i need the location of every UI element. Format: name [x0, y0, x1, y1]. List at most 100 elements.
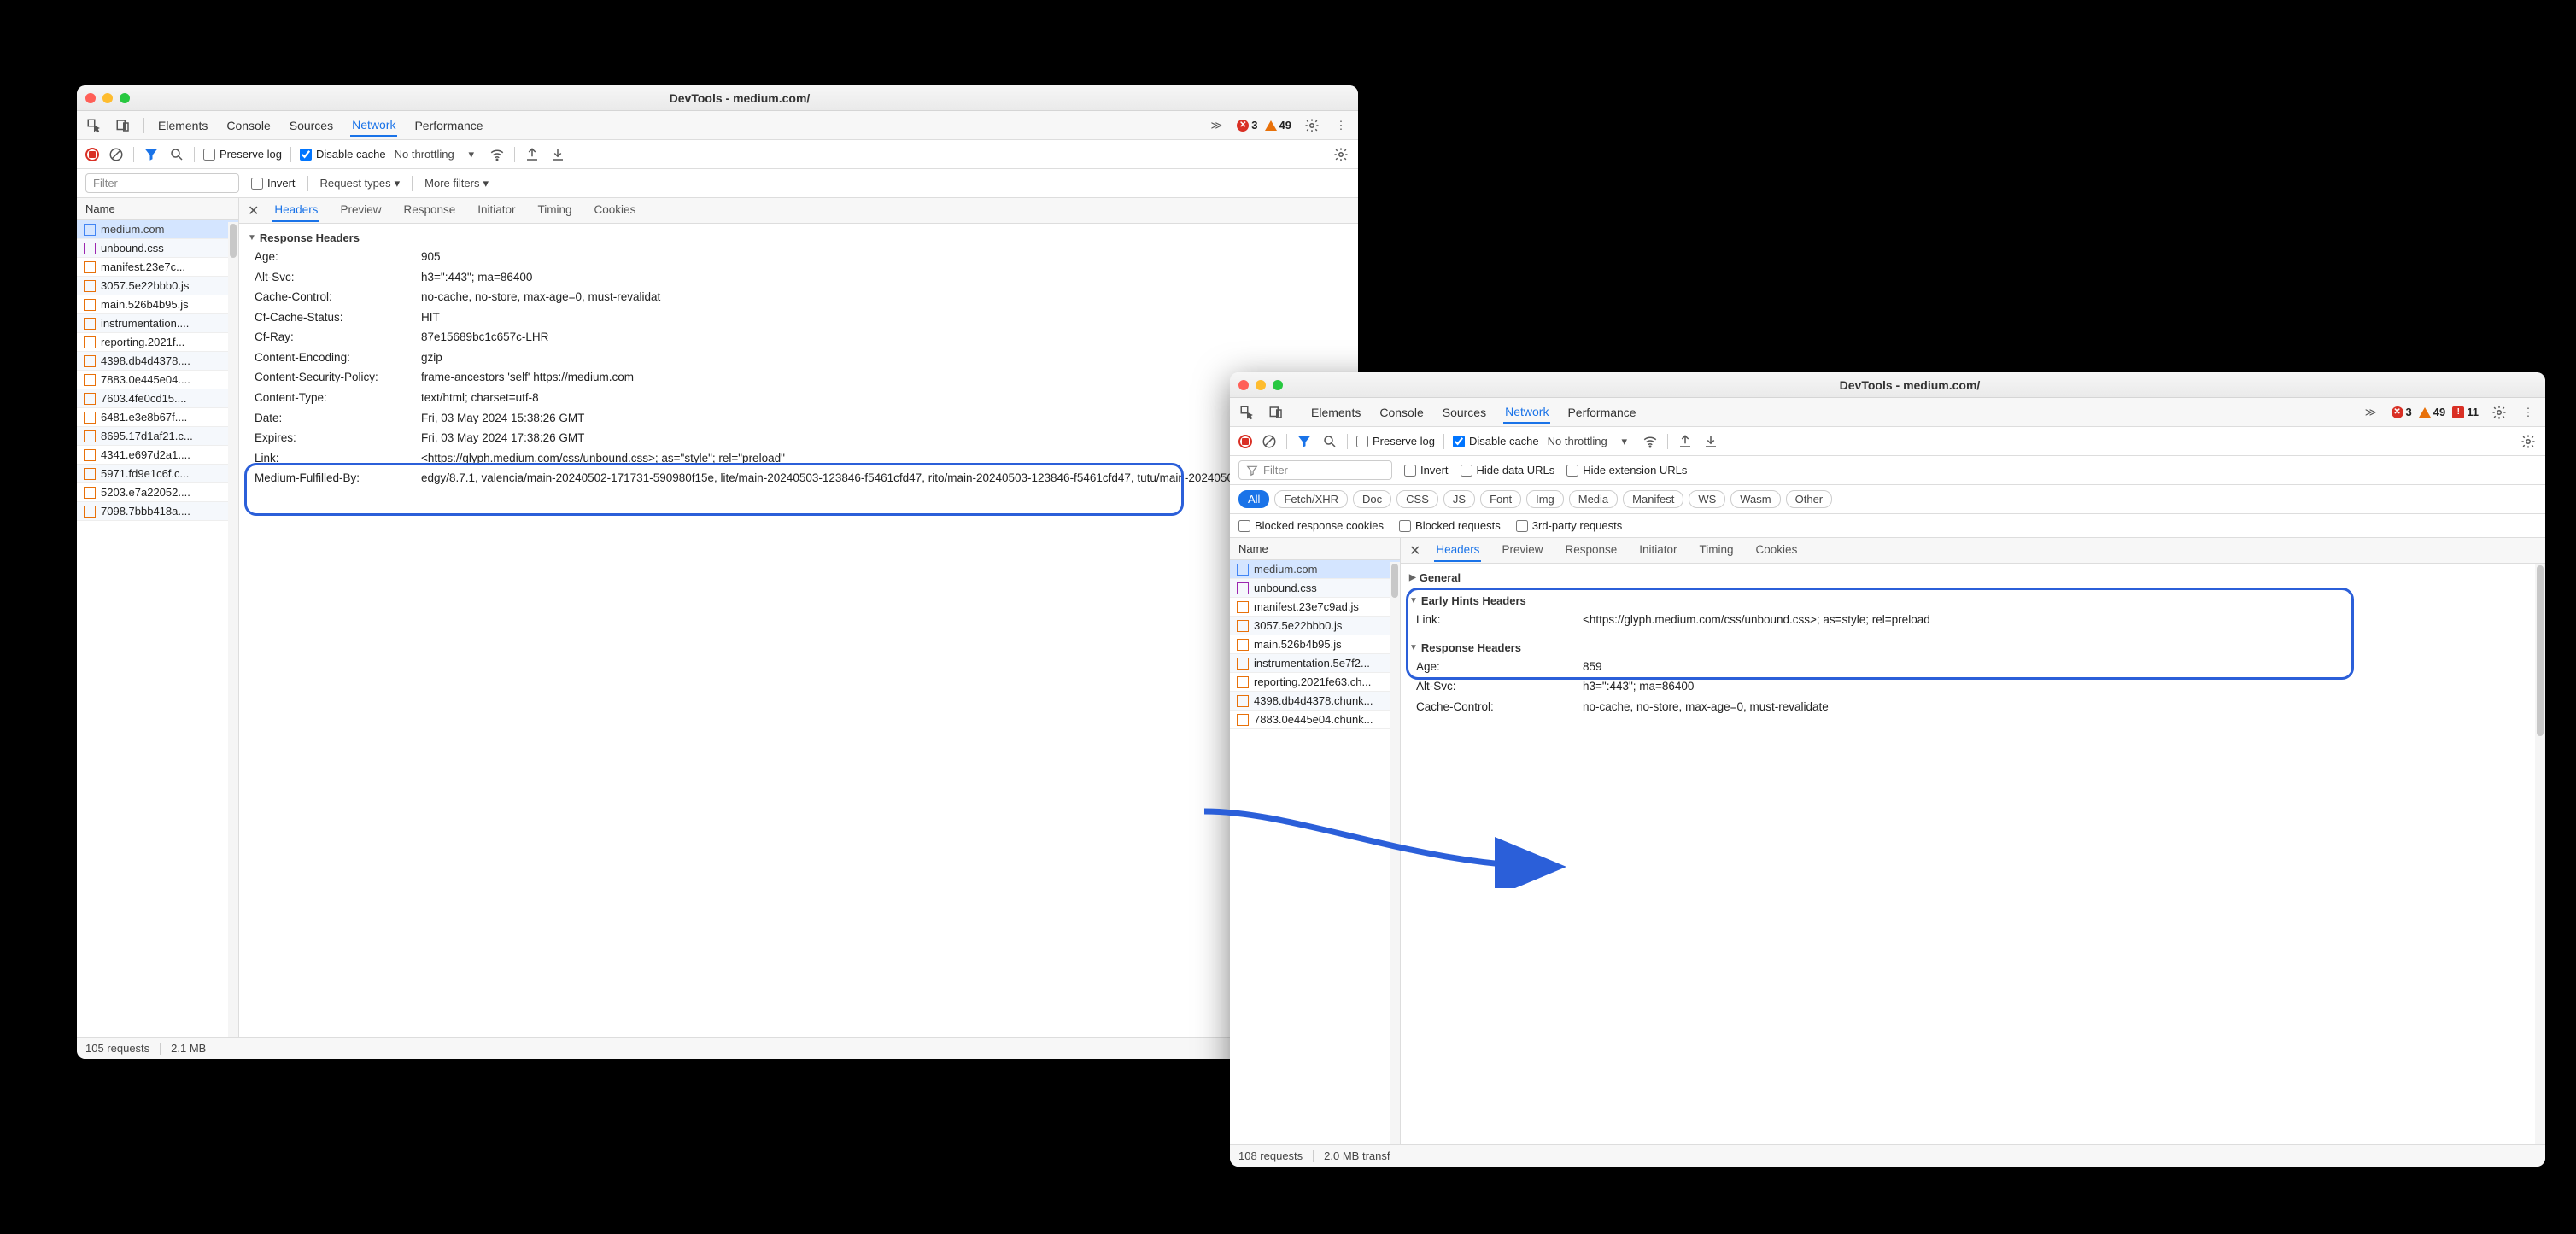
download-icon[interactable] [549, 146, 566, 163]
blocked-cookies-checkbox[interactable]: Blocked response cookies [1238, 519, 1384, 532]
filter-pill-doc[interactable]: Doc [1353, 490, 1391, 508]
select-element-icon[interactable] [85, 117, 102, 134]
tab-performance[interactable]: Performance [413, 115, 484, 136]
maximize-window-button[interactable] [1273, 380, 1283, 390]
filter-input[interactable]: Filter [85, 173, 239, 193]
name-column-header[interactable]: Name [77, 198, 238, 220]
network-settings-icon[interactable] [2520, 433, 2537, 450]
filter-pill-img[interactable]: Img [1526, 490, 1564, 508]
blocked-requests-checkbox[interactable]: Blocked requests [1399, 519, 1501, 532]
filter-pill-js[interactable]: JS [1443, 490, 1475, 508]
filter-pill-media[interactable]: Media [1569, 490, 1618, 508]
throttling-chevron-icon[interactable]: ▾ [1616, 433, 1633, 450]
request-row[interactable]: manifest.23e7c9ad.js [1230, 598, 1400, 617]
detail-tab-timing[interactable]: Timing [536, 199, 574, 222]
request-row[interactable]: main.526b4b95.js [1230, 635, 1400, 654]
throttling-select[interactable]: No throttling [395, 148, 454, 161]
filter-pill-all[interactable]: All [1238, 490, 1269, 508]
filter-pill-ws[interactable]: WS [1689, 490, 1725, 508]
issue-count[interactable]: !11 [2452, 406, 2479, 418]
error-count[interactable]: ✕3 [1237, 119, 1257, 132]
request-row[interactable]: 4398.db4d4378.... [77, 352, 238, 371]
general-section[interactable]: General [1401, 569, 2545, 587]
search-icon[interactable] [168, 146, 185, 163]
record-button[interactable] [85, 148, 99, 161]
invert-checkbox[interactable]: Invert [251, 177, 296, 190]
close-details-icon[interactable]: ✕ [1409, 542, 1420, 559]
request-types-select[interactable]: Request types ▾ [320, 177, 401, 190]
preserve-log-checkbox[interactable]: Preserve log [203, 148, 282, 161]
detail-tab-preview[interactable]: Preview [1500, 539, 1544, 562]
request-row[interactable]: 7883.0e445e04.chunk... [1230, 711, 1400, 729]
request-row[interactable]: unbound.css [1230, 579, 1400, 598]
record-button[interactable] [1238, 435, 1252, 448]
hide-data-urls-checkbox[interactable]: Hide data URLs [1461, 464, 1555, 477]
request-row[interactable]: manifest.23e7c... [77, 258, 238, 277]
request-row[interactable]: medium.com [77, 220, 238, 239]
detail-tab-response[interactable]: Response [1563, 539, 1619, 562]
filter-pill-fetch-xhr[interactable]: Fetch/XHR [1274, 490, 1348, 508]
wifi-icon[interactable] [489, 146, 506, 163]
request-row[interactable]: 7603.4fe0cd15.... [77, 389, 238, 408]
disable-cache-checkbox[interactable]: Disable cache [1453, 435, 1539, 447]
kebab-menu-icon[interactable]: ⋮ [2520, 404, 2537, 421]
close-window-button[interactable] [85, 93, 96, 103]
warning-count[interactable]: 49 [1265, 119, 1291, 132]
tab-sources[interactable]: Sources [1441, 402, 1488, 423]
request-row[interactable]: 8695.17d1af21.c... [77, 427, 238, 446]
clear-icon[interactable] [108, 146, 125, 163]
request-row[interactable]: instrumentation.... [77, 314, 238, 333]
request-row[interactable]: 7098.7bbb418a.... [77, 502, 238, 521]
tab-sources[interactable]: Sources [288, 115, 335, 136]
request-row[interactable]: 5971.fd9e1c6f.c... [77, 465, 238, 483]
detail-tab-cookies[interactable]: Cookies [593, 199, 638, 222]
filter-pill-wasm[interactable]: Wasm [1730, 490, 1780, 508]
request-row[interactable]: 6481.e3e8b67f.... [77, 408, 238, 427]
detail-tab-initiator[interactable]: Initiator [1637, 539, 1678, 562]
search-icon[interactable] [1321, 433, 1338, 450]
name-column-header[interactable]: Name [1230, 538, 1400, 560]
request-row[interactable]: medium.com [1230, 560, 1400, 579]
tab-elements[interactable]: Elements [156, 115, 209, 136]
more-filters-select[interactable]: More filters ▾ [424, 177, 489, 190]
tab-network[interactable]: Network [350, 114, 397, 137]
request-row[interactable]: 3057.5e22bbb0.js [1230, 617, 1400, 635]
third-party-checkbox[interactable]: 3rd-party requests [1516, 519, 1623, 532]
device-toggle-icon[interactable] [114, 117, 132, 134]
kebab-menu-icon[interactable]: ⋮ [1332, 117, 1349, 134]
maximize-window-button[interactable] [120, 93, 130, 103]
request-row[interactable]: 3057.5e22bbb0.js [77, 277, 238, 295]
response-headers-section[interactable]: Response Headers [239, 229, 1358, 247]
settings-icon[interactable] [1303, 117, 1320, 134]
request-row[interactable]: 4341.e697d2a1.... [77, 446, 238, 465]
minimize-window-button[interactable] [1256, 380, 1266, 390]
filter-pill-manifest[interactable]: Manifest [1623, 490, 1683, 508]
error-count[interactable]: ✕3 [2392, 406, 2412, 418]
settings-icon[interactable] [2491, 404, 2508, 421]
detail-tab-timing[interactable]: Timing [1698, 539, 1736, 562]
filter-icon[interactable] [1296, 433, 1313, 450]
network-settings-icon[interactable] [1332, 146, 1349, 163]
detail-tab-headers[interactable]: Headers [272, 199, 319, 222]
filter-pill-font[interactable]: Font [1480, 490, 1521, 508]
upload-icon[interactable] [1677, 433, 1694, 450]
detail-tab-headers[interactable]: Headers [1434, 539, 1481, 562]
clear-icon[interactable] [1261, 433, 1278, 450]
warning-count[interactable]: 49 [2419, 406, 2445, 418]
close-window-button[interactable] [1238, 380, 1249, 390]
request-row[interactable]: 7883.0e445e04.... [77, 371, 238, 389]
request-row[interactable]: 4398.db4d4378.chunk... [1230, 692, 1400, 711]
disable-cache-checkbox[interactable]: Disable cache [300, 148, 386, 161]
close-details-icon[interactable]: ✕ [248, 202, 259, 219]
throttling-select[interactable]: No throttling [1548, 435, 1607, 447]
scrollbar[interactable] [2535, 564, 2545, 1144]
throttling-chevron-icon[interactable]: ▾ [463, 146, 480, 163]
filter-input[interactable]: Filter [1238, 460, 1392, 480]
detail-tab-response[interactable]: Response [401, 199, 457, 222]
invert-checkbox[interactable]: Invert [1404, 464, 1449, 477]
request-row[interactable]: instrumentation.5e7f2... [1230, 654, 1400, 673]
early-hints-section[interactable]: Early Hints Headers [1401, 592, 2545, 610]
response-headers-section[interactable]: Response Headers [1401, 639, 2545, 657]
detail-tab-initiator[interactable]: Initiator [476, 199, 517, 222]
tab-network[interactable]: Network [1503, 401, 1550, 424]
